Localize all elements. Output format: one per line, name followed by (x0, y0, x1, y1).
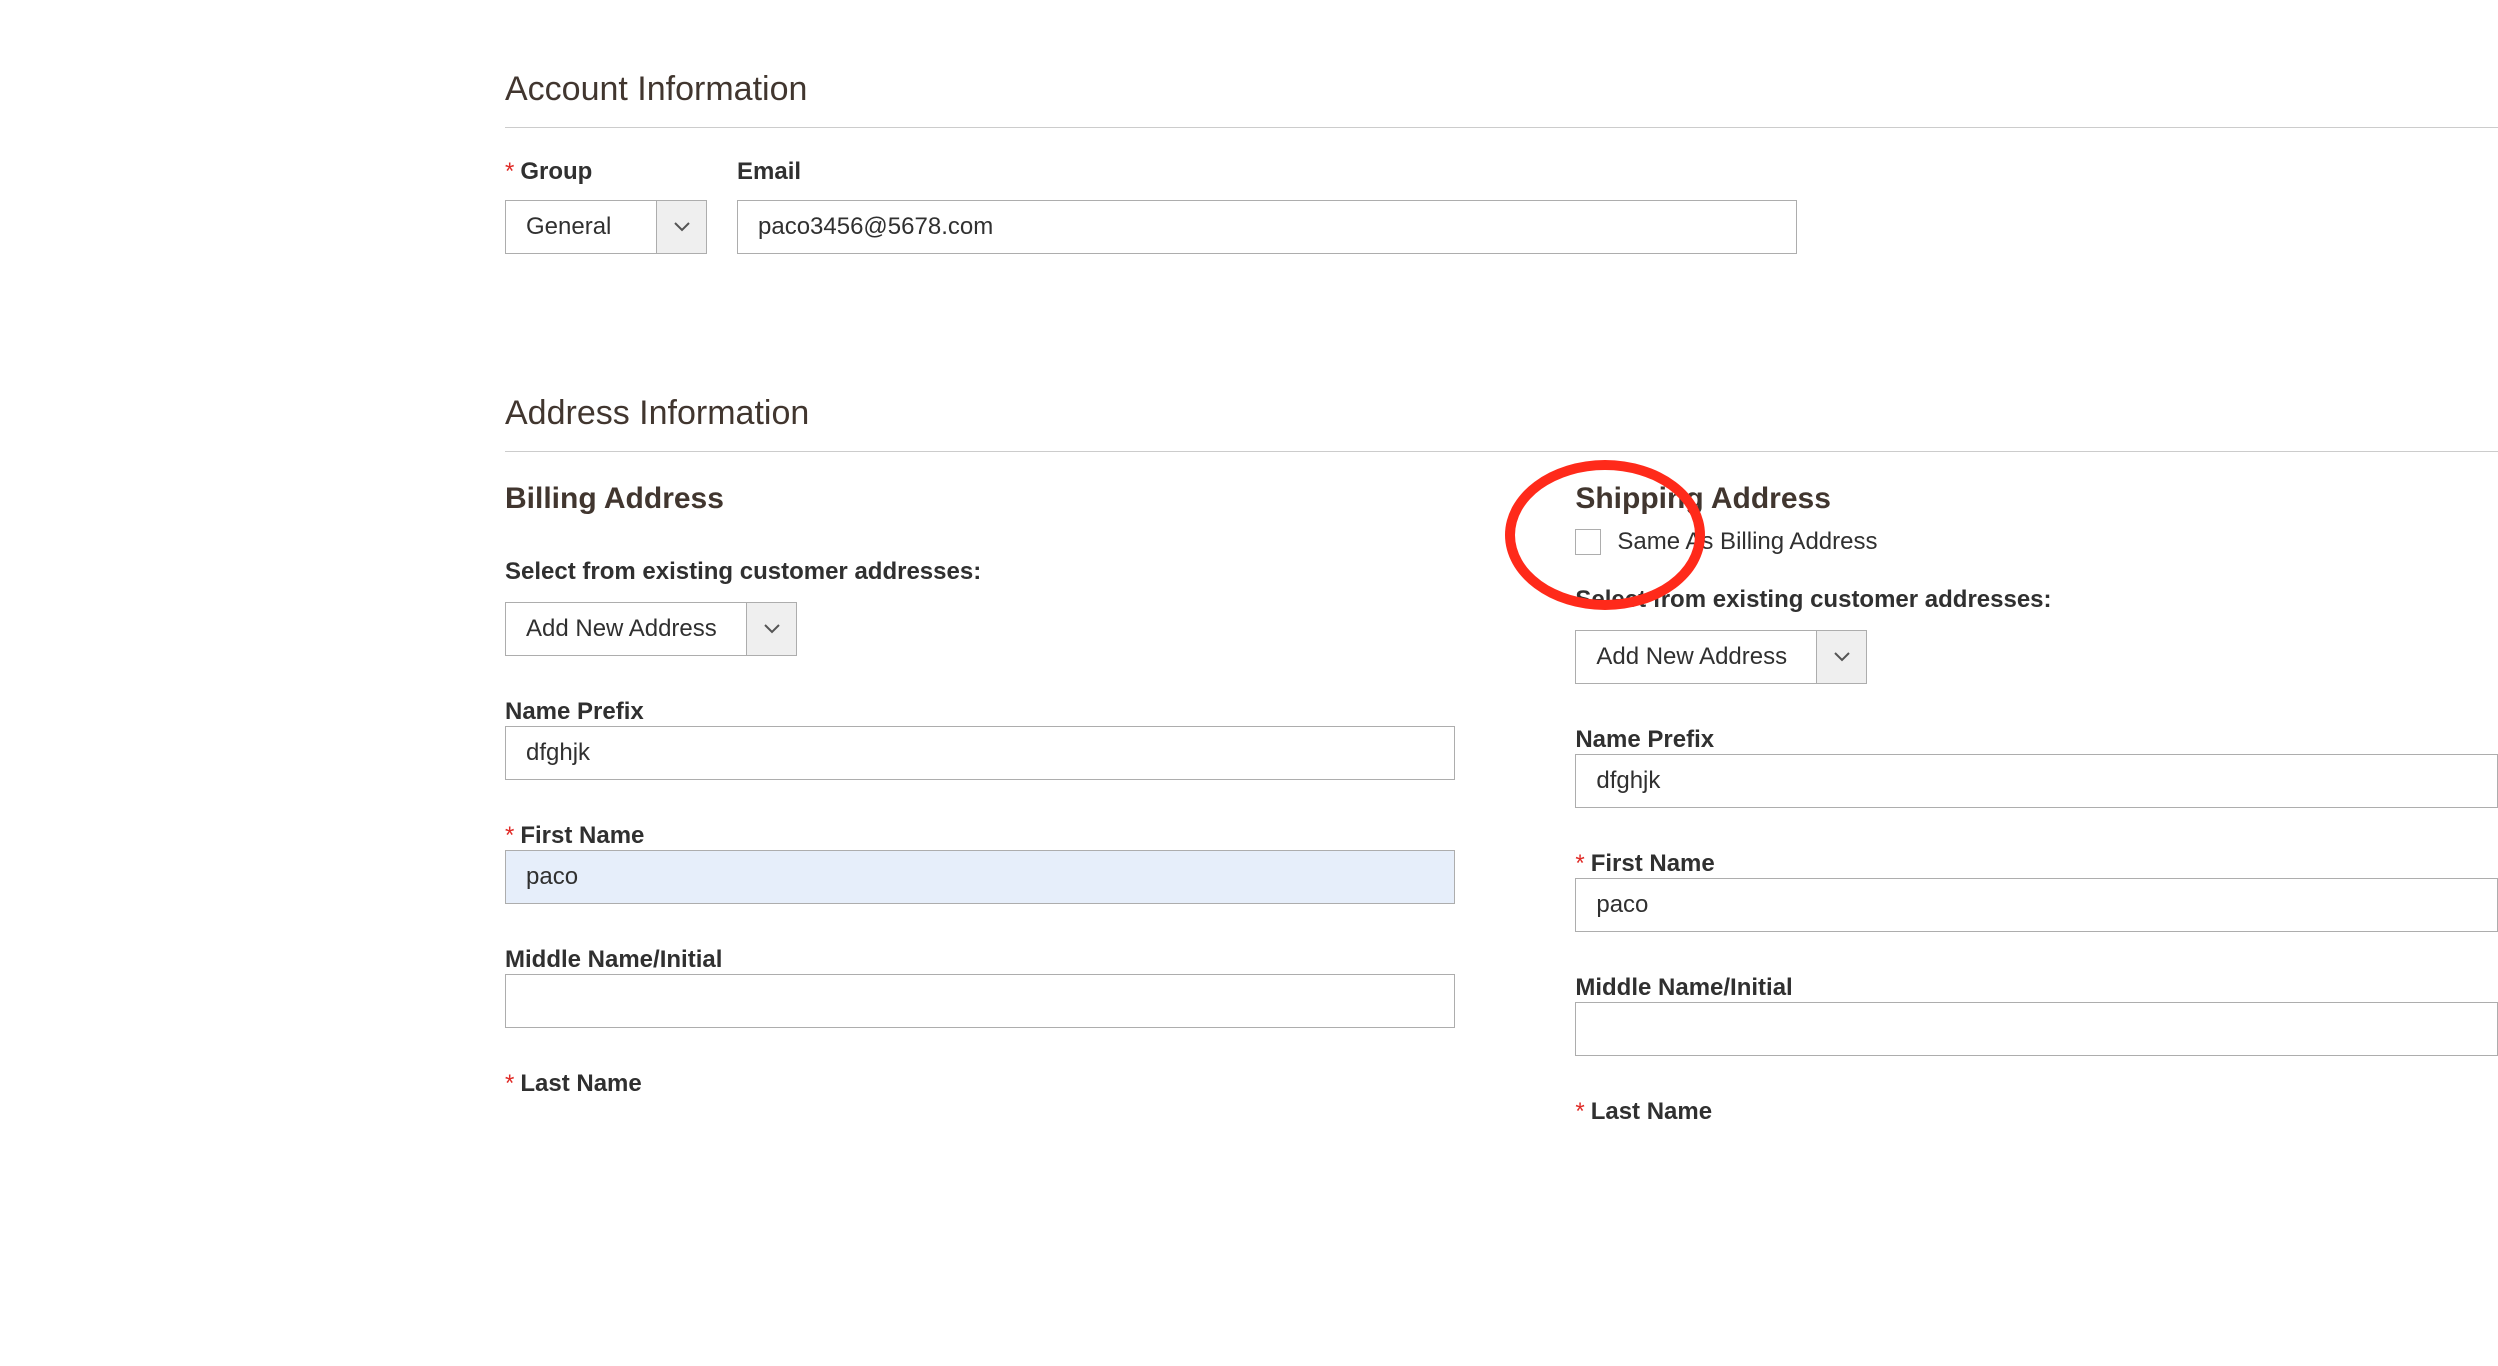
billing-name-prefix-input[interactable] (505, 726, 1455, 780)
group-field: *Group General (505, 158, 707, 254)
same-as-billing-label: Same As Billing Address (1617, 528, 1877, 556)
billing-last-name-block: *Last Name (505, 1070, 1455, 1098)
shipping-first-name-label-text: First Name (1591, 850, 1715, 877)
required-asterisk-icon: * (505, 1070, 514, 1097)
shipping-middle-name-label: Middle Name/Initial (1575, 974, 1792, 1001)
billing-address-heading: Billing Address (505, 482, 1455, 516)
email-label: Email (737, 158, 1797, 186)
group-select-value: General (506, 201, 656, 253)
billing-last-name-label-text: Last Name (520, 1070, 641, 1097)
group-label: *Group (505, 158, 707, 186)
address-information-heading: Address Information (505, 394, 2498, 452)
billing-name-prefix-block: Name Prefix (505, 698, 1455, 780)
billing-middle-name-label: Middle Name/Initial (505, 946, 722, 973)
account-info-row: *Group General Email (505, 158, 2498, 254)
shipping-name-prefix-label: Name Prefix (1575, 726, 1714, 753)
shipping-last-name-label-text: Last Name (1591, 1098, 1712, 1125)
group-select-trigger[interactable] (656, 201, 706, 253)
shipping-address-select[interactable]: Add New Address (1575, 630, 1867, 684)
chevron-down-icon (674, 222, 690, 232)
billing-address-select-value: Add New Address (506, 603, 746, 655)
billing-first-name-label: *First Name (505, 822, 644, 849)
shipping-address-select-value: Add New Address (1576, 631, 1816, 683)
shipping-select-existing-block: Select from existing customer addresses:… (1575, 586, 2498, 684)
billing-address-select[interactable]: Add New Address (505, 602, 797, 656)
billing-first-name-input[interactable] (505, 850, 1455, 904)
shipping-name-prefix-input[interactable] (1575, 754, 2498, 808)
required-asterisk-icon: * (505, 158, 514, 185)
account-information-heading: Account Information (505, 70, 2498, 128)
chevron-down-icon (764, 624, 780, 634)
billing-middle-name-block: Middle Name/Initial (505, 946, 1455, 1028)
group-label-text: Group (520, 158, 592, 185)
billing-address-column: Billing Address Select from existing cus… (505, 482, 1455, 1168)
required-asterisk-icon: * (1575, 1098, 1584, 1125)
billing-name-prefix-label: Name Prefix (505, 698, 644, 725)
billing-first-name-block: *First Name (505, 822, 1455, 904)
shipping-address-column: Shipping Address Same As Billing Address… (1575, 482, 2498, 1168)
required-asterisk-icon: * (505, 822, 514, 849)
email-input[interactable] (737, 200, 1797, 254)
shipping-middle-name-input[interactable] (1575, 1002, 2498, 1056)
required-asterisk-icon: * (1575, 850, 1584, 877)
email-field: Email (737, 158, 1797, 254)
same-as-billing-checkbox[interactable] (1575, 529, 1601, 555)
billing-last-name-label: *Last Name (505, 1070, 642, 1097)
same-as-billing-row: Same As Billing Address (1575, 528, 2498, 556)
address-columns: Billing Address Select from existing cus… (505, 482, 2498, 1168)
shipping-first-name-block: * First Name (1575, 850, 2498, 932)
billing-address-select-trigger[interactable] (746, 603, 796, 655)
group-select[interactable]: General (505, 200, 707, 254)
shipping-last-name-label: * Last Name (1575, 1098, 1712, 1125)
billing-select-existing-block: Select from existing customer addresses:… (505, 558, 1455, 656)
shipping-address-select-trigger[interactable] (1816, 631, 1866, 683)
billing-select-existing-label: Select from existing customer addresses: (505, 558, 1455, 586)
shipping-first-name-label: * First Name (1575, 850, 1714, 877)
chevron-down-icon (1834, 652, 1850, 662)
shipping-name-prefix-block: Name Prefix (1575, 726, 2498, 808)
shipping-select-existing-label: Select from existing customer addresses: (1575, 586, 2498, 614)
shipping-middle-name-block: Middle Name/Initial (1575, 974, 2498, 1056)
shipping-first-name-input[interactable] (1575, 878, 2498, 932)
billing-middle-name-input[interactable] (505, 974, 1455, 1028)
shipping-address-heading: Shipping Address (1575, 482, 2498, 516)
billing-first-name-label-text: First Name (520, 822, 644, 849)
shipping-last-name-block: * Last Name (1575, 1098, 2498, 1126)
